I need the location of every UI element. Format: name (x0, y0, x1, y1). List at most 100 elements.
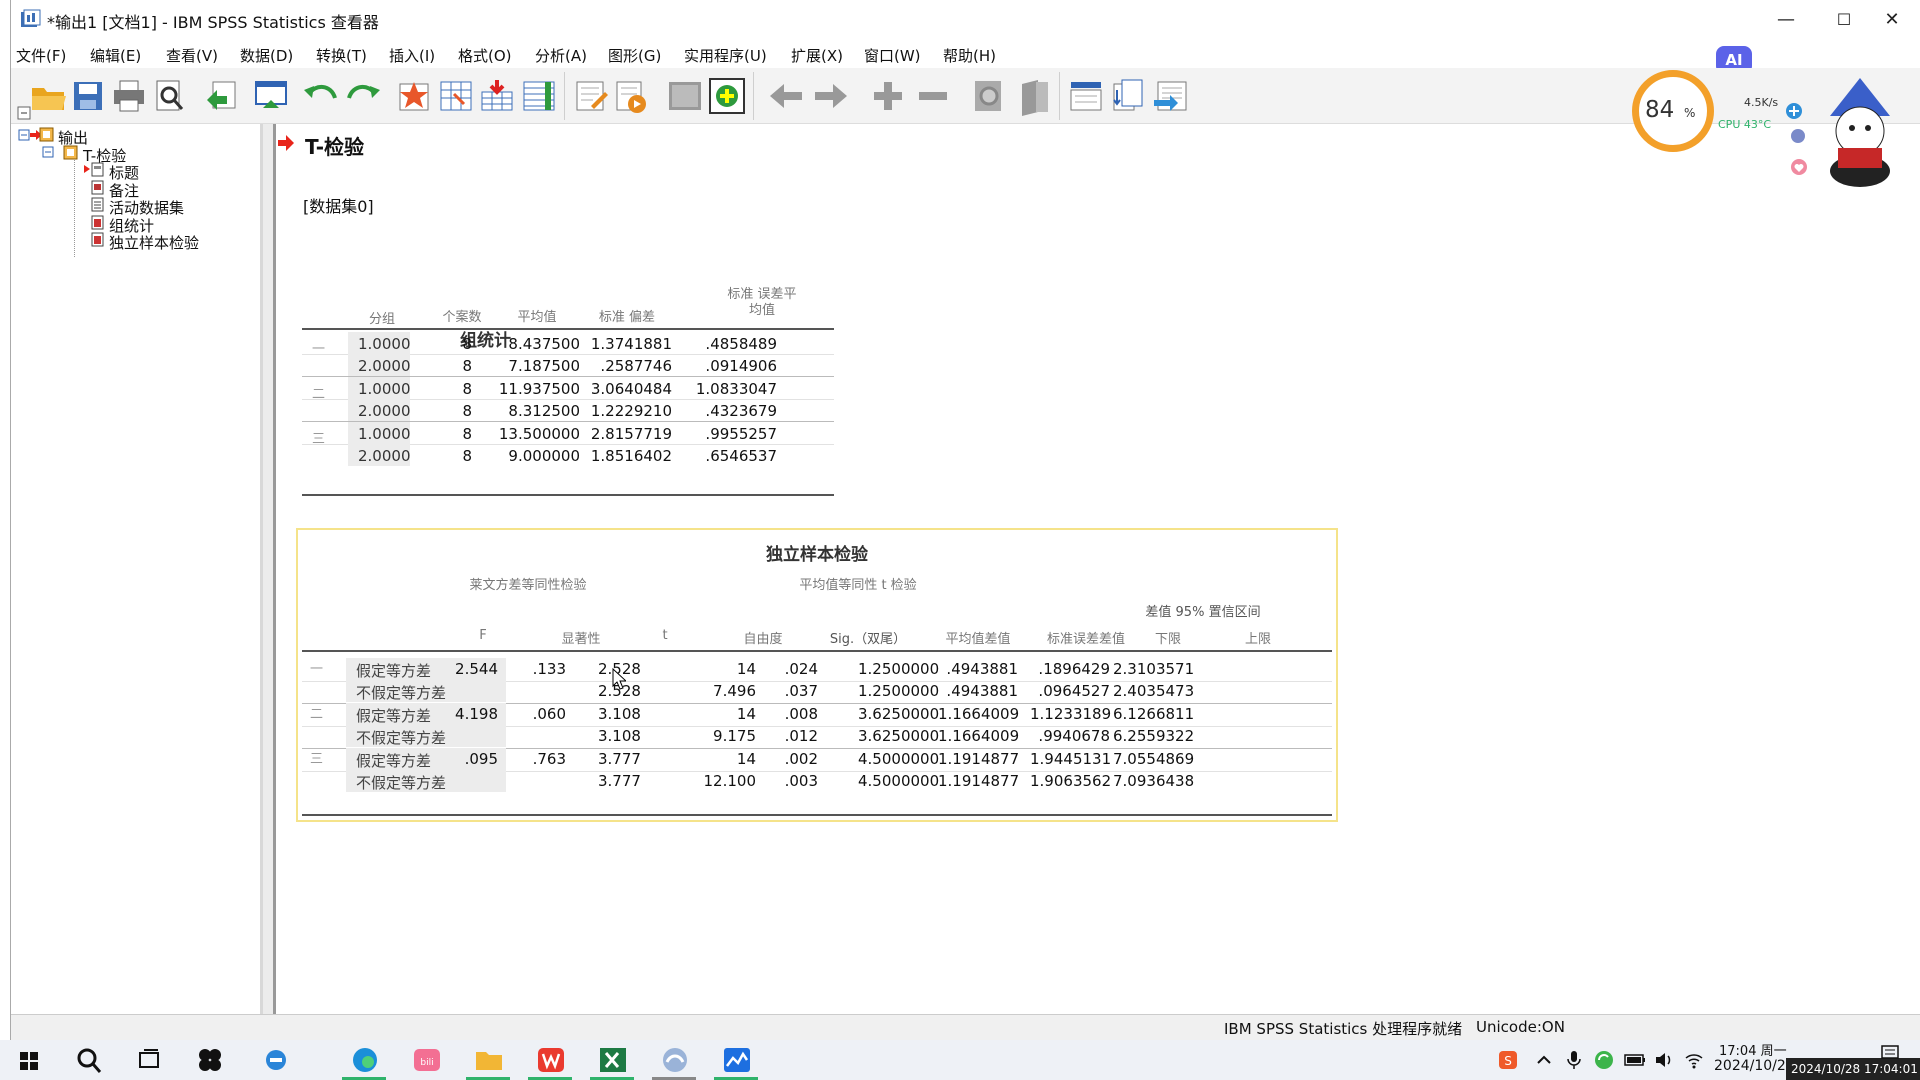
ci-upper-cell[interactable]: 6.2559322 (1113, 727, 1194, 745)
save-icon[interactable] (68, 76, 108, 116)
variance-assumption-label[interactable]: 假定等方差 (356, 660, 431, 681)
app-flower-icon[interactable] (193, 1044, 227, 1076)
ie-browser-icon[interactable] (260, 1044, 294, 1076)
recall-dialog-icon[interactable] (251, 76, 291, 116)
show-icon[interactable] (707, 76, 747, 116)
ci-lower-cell[interactable]: .0964527 (1030, 682, 1110, 700)
menu-format[interactable]: 格式(O) (458, 45, 512, 66)
ci-upper-cell[interactable]: 2.4035473 (1113, 682, 1194, 700)
p-cell[interactable]: .024 (763, 660, 818, 678)
redo-icon[interactable] (343, 76, 383, 116)
menu-data[interactable]: 数据(D) (240, 45, 293, 66)
undo-icon[interactable] (301, 76, 341, 116)
ci-lower-cell[interactable]: .9940678 (1030, 727, 1110, 745)
sig-cell[interactable]: .133 (526, 660, 566, 678)
goto-data-icon[interactable] (394, 76, 434, 116)
mean-diff-cell[interactable]: 4.5000000 (858, 772, 939, 790)
t-cell[interactable]: 3.777 (598, 750, 641, 768)
n-cell[interactable]: 8 (442, 425, 472, 443)
microphone-icon[interactable] (1566, 1050, 1582, 1070)
excel-icon[interactable] (596, 1044, 630, 1076)
se-diff-cell[interactable]: .4943881 (938, 682, 1018, 700)
ci-upper-cell[interactable]: 2.3103571 (1113, 660, 1194, 678)
menu-analyze[interactable]: 分析(A) (535, 45, 587, 66)
n-cell[interactable]: 8 (442, 402, 472, 420)
p-cell[interactable]: .037 (763, 682, 818, 700)
mean-diff-cell[interactable]: 3.6250000 (858, 727, 939, 745)
windows-start-icon[interactable] (12, 1044, 46, 1076)
mascot-icon[interactable] (1810, 76, 1900, 188)
open-icon[interactable] (28, 76, 68, 116)
t-cell[interactable]: 3.108 (598, 705, 641, 723)
t-cell[interactable]: 3.777 (598, 772, 641, 790)
ci-lower-cell[interactable]: 1.9445131 (1030, 750, 1111, 768)
df-cell[interactable]: 14 (696, 660, 756, 678)
demote-icon[interactable] (811, 76, 851, 116)
wifi-icon[interactable] (1684, 1050, 1704, 1070)
category-cell[interactable]: 2.0000 (358, 357, 411, 375)
mean-cell[interactable]: 8.437500 (490, 335, 580, 353)
category-cell[interactable]: 2.0000 (358, 447, 411, 465)
hide-output-icon[interactable] (1014, 76, 1054, 116)
notification-icon[interactable] (1880, 1044, 1900, 1060)
chart-app-icon[interactable] (720, 1044, 754, 1076)
variables-icon[interactable] (519, 76, 559, 116)
wps-icon[interactable] (534, 1044, 568, 1076)
battery-icon[interactable] (1624, 1052, 1646, 1068)
category-cell[interactable]: 1.0000 (358, 425, 411, 443)
mean-diff-cell[interactable]: 1.2500000 (858, 682, 939, 700)
pane-splitter[interactable] (263, 124, 273, 1014)
edge-browser-icon[interactable] (348, 1044, 382, 1076)
ci-upper-cell[interactable]: 7.0554869 (1113, 750, 1194, 768)
menu-insert[interactable]: 插入(I) (389, 45, 435, 66)
f-cell[interactable]: .095 (448, 750, 498, 768)
se-cell[interactable]: .4323679 (682, 402, 777, 420)
n-cell[interactable]: 8 (442, 380, 472, 398)
goto-variable-icon[interactable] (477, 76, 517, 116)
n-cell[interactable]: 8 (442, 357, 472, 375)
task-view-icon[interactable] (132, 1044, 166, 1076)
ci-lower-cell[interactable]: .1896429 (1030, 660, 1110, 678)
taskbar-time[interactable]: 17:04 周一 (1719, 1040, 1787, 1059)
menu-view[interactable]: 查看(V) (166, 45, 218, 66)
tree-root-collapse-icon[interactable] (17, 106, 32, 121)
p-cell[interactable]: .008 (763, 705, 818, 723)
bilibili-icon[interactable]: bili (410, 1044, 444, 1076)
toolbox-icon[interactable] (1790, 128, 1806, 144)
section-heading[interactable]: T-检验 (305, 131, 364, 160)
menu-transform[interactable]: 转换(T) (316, 45, 367, 66)
sd-cell[interactable]: 1.3741881 (582, 335, 672, 353)
variance-assumption-label[interactable]: 假定等方差 (356, 705, 431, 726)
variance-assumption-label[interactable]: 假定等方差 (356, 750, 431, 771)
p-cell[interactable]: .003 (763, 772, 818, 790)
variance-assumption-label[interactable]: 不假定等方差 (356, 682, 446, 703)
menu-file[interactable]: 文件(F) (16, 45, 66, 66)
designate-window-icon[interactable] (571, 76, 611, 116)
menu-window[interactable]: 窗口(W) (864, 45, 921, 66)
sig-cell[interactable]: .060 (526, 705, 566, 723)
show-output-icon[interactable] (969, 76, 1009, 116)
se-cell[interactable]: .0914906 (682, 357, 777, 375)
mean-diff-cell[interactable]: 3.6250000 (858, 705, 939, 723)
file-explorer-icon[interactable] (472, 1044, 506, 1076)
print-preview-icon[interactable] (149, 76, 189, 116)
close-button[interactable]: ✕ (1863, 4, 1920, 36)
menu-graphs[interactable]: 图形(G) (608, 45, 661, 66)
category-cell[interactable]: 1.0000 (358, 380, 411, 398)
expand-icon[interactable] (868, 76, 908, 116)
run-script-icon[interactable] (611, 76, 651, 116)
p-cell[interactable]: .002 (763, 750, 818, 768)
insert-title-icon[interactable] (1108, 76, 1148, 116)
collapse-toggle-icon[interactable] (42, 145, 57, 160)
category-cell[interactable]: 2.0000 (358, 402, 411, 420)
independent-test-table[interactable]: 独立样本检验 莱文方差等同性检验 平均值等同性 t 检验 差值 95% 置信区间… (296, 528, 1338, 822)
f-cell[interactable]: 4.198 (448, 705, 498, 723)
mean-cell[interactable]: 13.500000 (490, 425, 580, 443)
mean-diff-cell[interactable]: 1.2500000 (858, 660, 939, 678)
ci-lower-cell[interactable]: 1.9063562 (1030, 772, 1111, 790)
minimize-button[interactable]: — (1757, 4, 1815, 36)
collapse-icon[interactable] (913, 76, 953, 116)
sd-cell[interactable]: 3.0640484 (582, 380, 672, 398)
mean-cell[interactable]: 11.937500 (490, 380, 580, 398)
sync-icon[interactable] (1594, 1050, 1614, 1070)
